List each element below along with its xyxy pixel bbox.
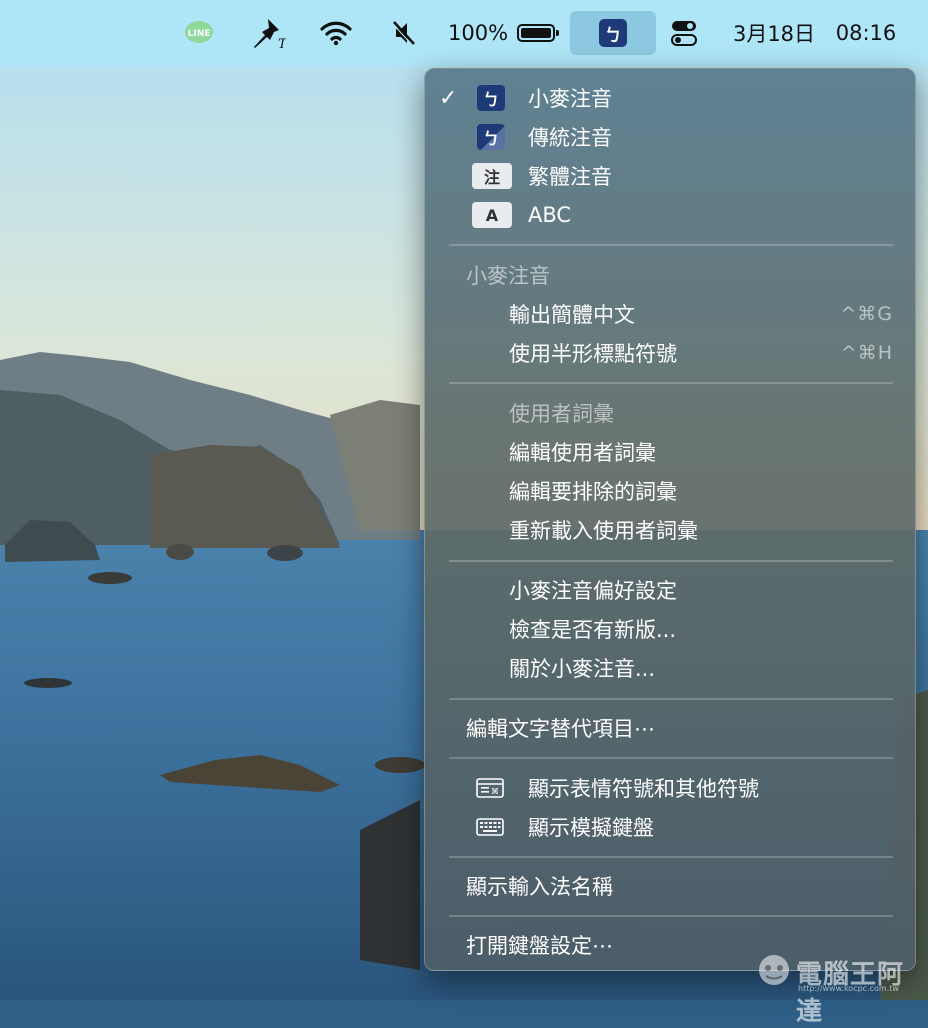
- menu-item-label: 輸出簡體中文: [509, 303, 635, 327]
- abc-icon: A: [472, 202, 512, 228]
- date-label: 3月18日: [732, 22, 816, 46]
- menu-separator: [449, 757, 893, 759]
- battery-icon[interactable]: [512, 0, 560, 66]
- menu-section-header: 使用者詞彙: [425, 394, 915, 432]
- battery-percent: 100%: [447, 0, 509, 66]
- menu-item-label: 傳統注音: [528, 126, 612, 150]
- menu-item-label: 打開鍵盤設定⋯: [466, 934, 613, 958]
- section-title: 小麥注音: [466, 264, 550, 288]
- watermark: 電腦王阿達 http://www.kocpc.com.tw: [754, 948, 924, 1027]
- menu-item-output-simplified[interactable]: 輸出簡體中文 ^⌘G: [425, 295, 915, 333]
- menu-separator: [449, 382, 893, 384]
- pin-icon[interactable]: T: [248, 0, 288, 66]
- section-title: 使用者詞彙: [509, 402, 614, 426]
- menu-item-label: ABC: [528, 203, 572, 227]
- menu-item-edit-user-phrases[interactable]: 編輯使用者詞彙: [425, 433, 915, 471]
- menu-item-halfwidth-punctuation[interactable]: 使用半形標點符號 ^⌘H: [425, 334, 915, 372]
- menu-item-label: 編輯使用者詞彙: [509, 441, 656, 465]
- bpmf-icon: ㄅ: [477, 124, 505, 150]
- menu-item-label: 顯示表情符號和其他符號: [528, 777, 759, 801]
- menu-item-abc[interactable]: A ABC: [425, 196, 915, 234]
- menu-item-label: 關於小麥注音...: [509, 657, 656, 681]
- control-center-icon[interactable]: [666, 0, 702, 66]
- menu-item-label: 編輯文字替代項目⋯: [466, 717, 655, 741]
- bpmf-icon: ㄅ: [477, 85, 505, 111]
- menu-item-traditional-zhuyin-apple[interactable]: 注 繁體注音: [425, 157, 915, 195]
- menu-item-mcbopomofo[interactable]: ✓ ㄅ 小麥注音: [425, 79, 915, 117]
- line-icon[interactable]: LINE: [182, 0, 216, 66]
- mute-icon[interactable]: [388, 0, 420, 66]
- svg-text:LINE: LINE: [188, 29, 211, 39]
- emoji-viewer-icon: ⌘: [476, 778, 504, 798]
- input-source-icon: ㄅ: [599, 19, 627, 47]
- menu-item-label: 編輯要排除的詞彙: [509, 480, 677, 504]
- watermark-url: http://www.kocpc.com.tw: [798, 984, 899, 993]
- menu-item-label: 檢查是否有新版...: [509, 618, 677, 642]
- checkmark-icon: ✓: [439, 85, 458, 111]
- wifi-icon[interactable]: [318, 0, 354, 66]
- keyboard-shortcut: ^⌘G: [840, 303, 893, 325]
- menu-item-edit-excluded-phrases[interactable]: 編輯要排除的詞彙: [425, 472, 915, 510]
- menu-item-label: 繁體注音: [528, 165, 612, 189]
- input-source-dropdown-menu: ✓ ㄅ 小麥注音 ㄅ 傳統注音 注 繁體注音 A ABC 小麥注音 輸出簡體中文…: [424, 68, 916, 971]
- menu-item-label: 重新載入使用者詞彙: [509, 519, 698, 543]
- menu-item-keyboard-viewer[interactable]: 顯示模擬鍵盤: [425, 808, 915, 846]
- menu-item-label: 顯示輸入法名稱: [466, 875, 613, 899]
- input-source-menu-button[interactable]: ㄅ: [570, 11, 656, 55]
- menu-section-header: 小麥注音: [425, 256, 915, 294]
- menu-separator: [449, 698, 893, 700]
- keyboard-icon: [476, 818, 504, 836]
- keyboard-shortcut: ^⌘H: [840, 342, 893, 364]
- menu-item-reload-user-phrases[interactable]: 重新載入使用者詞彙: [425, 511, 915, 549]
- menu-item-label: 顯示模擬鍵盤: [528, 816, 654, 840]
- svg-text:⌘: ⌘: [491, 787, 499, 796]
- menu-item-preferences[interactable]: 小麥注音偏好設定: [425, 571, 915, 609]
- menu-item-emoji-viewer[interactable]: ⌘ 顯示表情符號和其他符號: [425, 769, 915, 807]
- menu-item-label: 小麥注音偏好設定: [509, 579, 677, 603]
- zhuyin-icon: 注: [472, 163, 512, 189]
- menu-separator: [449, 915, 893, 917]
- menu-item-traditional-zhuyin[interactable]: ㄅ 傳統注音: [425, 118, 915, 156]
- menu-item-check-updates[interactable]: 檢查是否有新版...: [425, 610, 915, 648]
- time-label: 08:16: [835, 21, 897, 45]
- menu-item-about[interactable]: 關於小麥注音...: [425, 649, 915, 687]
- menu-item-label: 使用半形標點符號: [509, 342, 677, 366]
- menu-separator: [449, 856, 893, 858]
- menu-item-show-input-source-name[interactable]: 顯示輸入法名稱: [425, 867, 915, 905]
- menu-item-label: 小麥注音: [528, 87, 612, 111]
- svg-text:T: T: [278, 37, 286, 50]
- menu-bar: LINE T 100% ㄅ 3月18日 08:16: [0, 0, 928, 66]
- menubar-time[interactable]: 08:16: [830, 0, 902, 66]
- battery-percent-label: 100%: [447, 21, 509, 45]
- menubar-date[interactable]: 3月18日: [726, 0, 822, 66]
- menu-separator: [449, 244, 893, 246]
- menu-item-edit-text-replacement[interactable]: 編輯文字替代項目⋯: [425, 709, 915, 747]
- menu-separator: [449, 560, 893, 562]
